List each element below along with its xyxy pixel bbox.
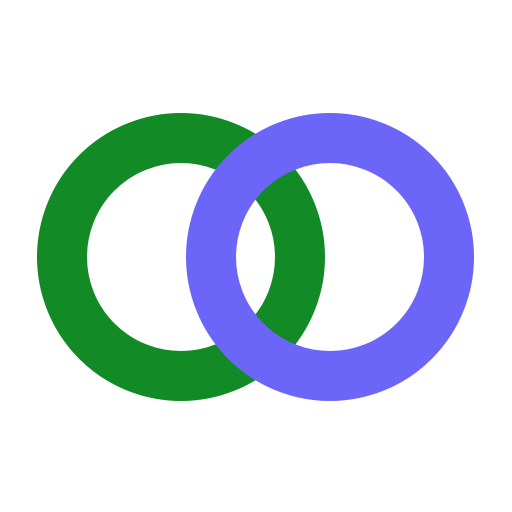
- interlocking-rings-icon: [0, 0, 512, 512]
- logo-canvas: [0, 0, 512, 512]
